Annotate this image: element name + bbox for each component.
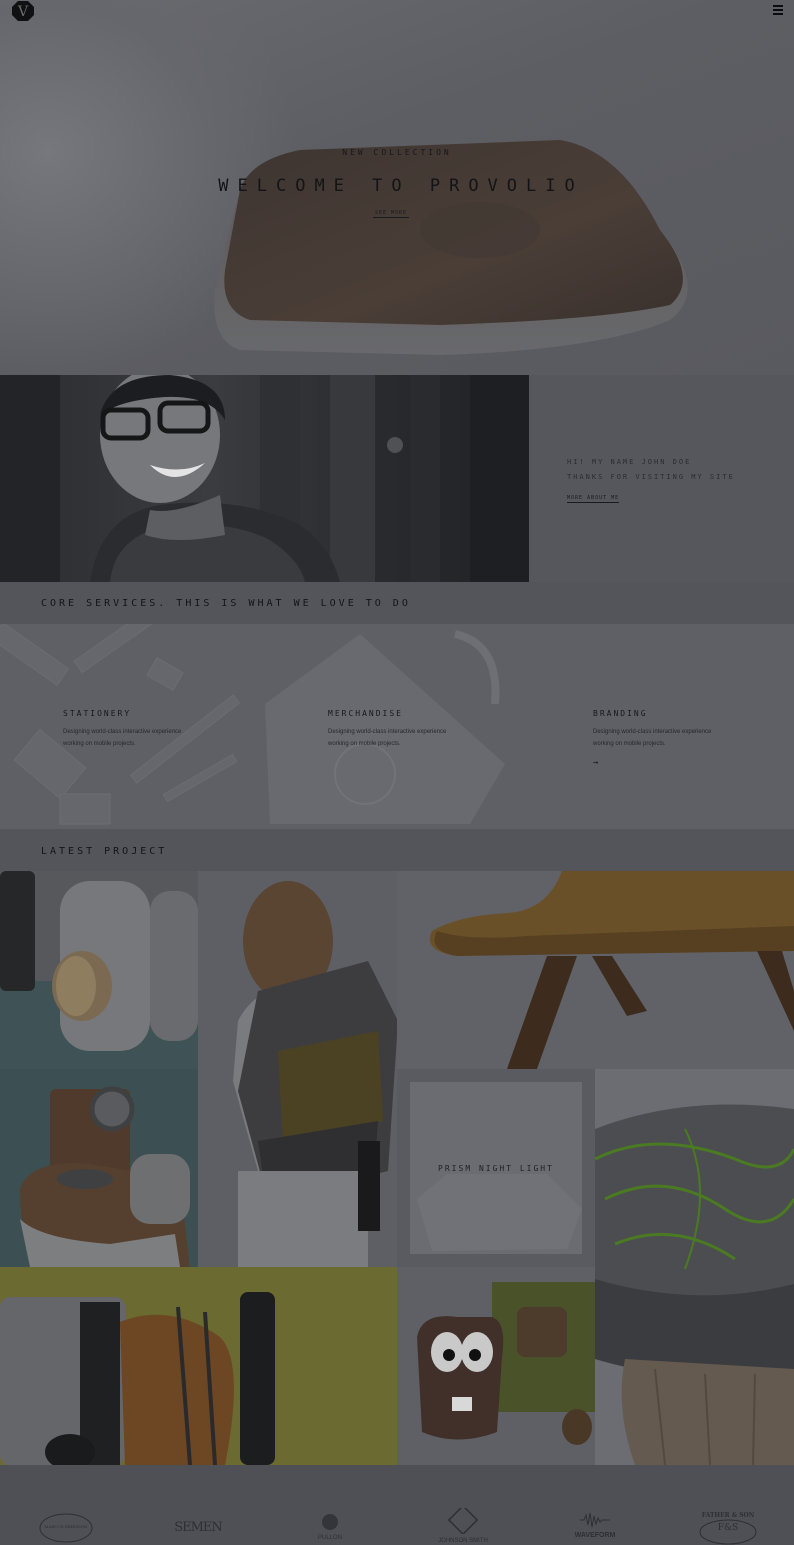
service-title: BRANDING: [593, 709, 648, 718]
client-logo-text: PULLON: [317, 1535, 342, 1541]
client-logo-text: FATHER & SON: [701, 1512, 755, 1519]
project-tile-stool[interactable]: [595, 1069, 794, 1465]
site-logo[interactable]: V: [11, 0, 35, 22]
service-branding: BRANDING Designing world-class interacti…: [593, 709, 773, 750]
hero-title: WELCOME TO PROVOLIO: [218, 176, 584, 196]
service-description: Designing world-class interactive experi…: [593, 726, 773, 750]
project-tile-backpack[interactable]: [198, 871, 397, 1267]
project-tile-beaver-toy[interactable]: [397, 1267, 595, 1465]
client-logo-text: WAVEFORM: [574, 1532, 616, 1539]
services-heading: CORE SERVICES. THIS IS WHAT WE LOVE TO D…: [41, 598, 411, 609]
service-description-line-2: working on mobile projects.: [593, 741, 666, 747]
client-logo-mark: F&S: [717, 1523, 739, 1533]
client-logo-pullon[interactable]: PULLON: [310, 1513, 350, 1541]
client-logo-semen[interactable]: SEMEN: [172, 1520, 224, 1535]
about-greeting-line-1: HI! MY NAME JOHN DOE: [567, 458, 692, 466]
hero-section: NEW COLLECTION WELCOME TO PROVOLIO SEE M…: [0, 0, 794, 375]
logo-letter: V: [17, 4, 29, 20]
client-logo-waveform[interactable]: WAVEFORM: [570, 1512, 620, 1539]
clients-strip: [0, 1465, 794, 1545]
about-portrait-image: [0, 375, 529, 582]
service-description-line-2: working on mobile projects.: [63, 741, 136, 747]
service-description-line-1: Designing world-class interactive experi…: [63, 729, 182, 735]
client-logo-text: MARCUS ERIKSSON: [44, 1524, 88, 1529]
project-tile-prism-night-light[interactable]: PRISM NIGHT LIGHT: [397, 1069, 595, 1267]
service-merchandise: MERCHANDISE Designing world-class intera…: [328, 709, 508, 750]
project-tile-toaster[interactable]: [0, 1267, 397, 1465]
hamburger-icon[interactable]: [773, 5, 783, 15]
service-arrow-icon[interactable]: →: [593, 758, 598, 768]
hero-kicker: NEW COLLECTION: [342, 148, 452, 157]
hero-wood-object-image: [214, 140, 688, 355]
service-description-line-1: Designing world-class interactive experi…: [593, 729, 712, 735]
more-about-me-link[interactable]: MORE ABOUT ME: [567, 495, 620, 503]
service-description-line-2: working on mobile projects.: [328, 741, 401, 747]
project-tile-grinders[interactable]: [0, 871, 198, 1069]
about-greeting: HI! MY NAME JOHN DOE THANKS FOR VISITING…: [567, 455, 735, 485]
client-logo-father-and-son[interactable]: FATHER & SON F&S: [698, 1512, 758, 1545]
client-logo-marcus-eriksson[interactable]: MARCUS ERIKSSON: [38, 1512, 94, 1545]
about-greeting-line-2: THANKS FOR VISITING MY SITE: [567, 473, 735, 481]
projects-heading: LATEST PROJECT: [41, 846, 168, 857]
client-logo-johnson-smith[interactable]: JOHNSON SMITH: [428, 1504, 498, 1544]
service-description-line-1: Designing world-class interactive experi…: [328, 729, 447, 735]
client-logo-text: JOHNSON SMITH: [438, 1538, 488, 1544]
service-stationery: STATIONERY Designing world-class interac…: [63, 709, 243, 750]
see-more-link[interactable]: SEE MORE: [373, 210, 409, 218]
service-description: Designing world-class interactive experi…: [328, 726, 508, 750]
project-tile-camera[interactable]: [0, 1069, 198, 1267]
service-description: Designing world-class interactive experi…: [63, 726, 243, 750]
project-tile-bench[interactable]: [397, 871, 794, 1069]
service-title: STATIONERY: [63, 709, 132, 718]
service-title: MERCHANDISE: [328, 709, 403, 718]
prism-caption: PRISM NIGHT LIGHT: [438, 1164, 554, 1173]
